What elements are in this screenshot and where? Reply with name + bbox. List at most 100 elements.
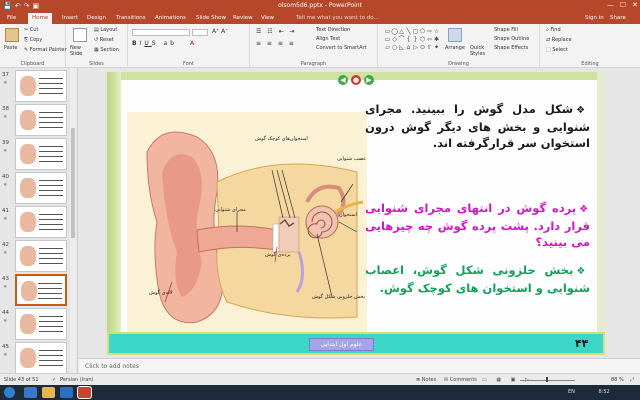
font-size-box[interactable] <box>192 29 208 36</box>
label-ossicles: استخوان‌های کوچک گوش <box>255 136 308 142</box>
ribbon-tabs: File Home Insert Design Transitions Anim… <box>0 12 640 24</box>
thumbnail-image <box>20 76 36 96</box>
editing-group-label: Editing <box>581 61 599 67</box>
clock[interactable]: 8:52 <box>599 389 610 395</box>
shapes-gallery[interactable]: ▭ ◯ △ ╲ ▢ ⬠ ⇨ ☆ ▭ ◇ ⌒{} ⬡ ⇦ ✱ ▱ ○ ◺ ⌂ ▷ ⬭ ⇧ ✦ <box>384 28 442 52</box>
animation-star-icon: ★ <box>3 284 8 290</box>
slide-thumbnail[interactable] <box>15 308 67 340</box>
format-painter-button[interactable]: ✎ Format Painter <box>24 47 67 53</box>
ie-icon[interactable] <box>24 387 37 398</box>
nav-forward-icon[interactable]: ▶ <box>364 75 374 85</box>
thumbnail-number: 42 <box>2 242 9 248</box>
thumbnail-number: 41 <box>2 208 9 214</box>
arrange-icon[interactable] <box>448 28 462 42</box>
slide-thumbnail[interactable] <box>15 70 67 102</box>
slide-paragraph-2[interactable]: ❖پرده گوش در انتهای مجرای شنوایی قرار دا… <box>365 200 590 250</box>
thumbnail-text <box>39 348 63 368</box>
find-button[interactable]: ⌕ Find <box>546 27 561 33</box>
maximize-button[interactable]: ☐ <box>620 1 626 9</box>
tab-transitions[interactable]: Transitions <box>116 15 145 21</box>
font-name-box[interactable] <box>132 29 190 36</box>
replace-button[interactable]: ⇄ Replace <box>546 37 572 43</box>
thumbnail-text <box>39 110 63 130</box>
zoom-level[interactable]: 88 % <box>611 377 624 383</box>
slide-paragraph-3[interactable]: ❖بخش حلزونی شکل گوش، اعصاب شنوایی و استخ… <box>365 262 590 296</box>
tab-animations[interactable]: Animations <box>155 15 186 21</box>
tab-home[interactable]: Home <box>28 13 53 24</box>
tab-review[interactable]: Review <box>233 15 253 21</box>
nav-home-icon[interactable]: ● <box>351 75 361 85</box>
notes-toggle[interactable]: ≣ Notes <box>416 377 436 383</box>
new-slide-icon[interactable] <box>73 28 87 42</box>
tab-design[interactable]: Design <box>87 15 106 21</box>
powerpoint-taskbar-icon[interactable] <box>78 387 91 398</box>
slide-thumbnail[interactable] <box>15 342 67 374</box>
label-canal: مجرای شنوایی <box>215 207 246 213</box>
fit-slide-icon[interactable]: ⤢ <box>630 377 634 383</box>
shape-fill-button[interactable]: Shape Fill <box>494 27 518 33</box>
slide-paragraph-1[interactable]: ❖شکل مدل گوش را ببینید. مجرای شنوایی و ب… <box>365 101 590 151</box>
bullet-icon: ❖ <box>579 204 591 215</box>
ribbon-home: Paste ✂ Cut ⎘ Copy ✎ Format Painter Clip… <box>0 24 640 68</box>
window-title: olsom5d6.pptx - PowerPoint <box>278 2 362 9</box>
thumbnails-scrollbar[interactable] <box>70 68 76 373</box>
shape-outline-button[interactable]: Shape Outline <box>494 36 529 42</box>
system-tray: EN 8:52 <box>568 389 610 395</box>
new-slide-button[interactable]: New Slide <box>70 45 90 57</box>
animation-star-icon: ★ <box>3 216 8 222</box>
slide-thumbnail[interactable] <box>15 274 67 306</box>
notes-pane[interactable]: Click to add notes <box>79 358 640 373</box>
paste-button[interactable]: Paste <box>4 45 18 51</box>
language-indicator[interactable]: Persian (Iran) <box>60 377 93 383</box>
language-tray[interactable]: EN <box>568 389 575 395</box>
word-icon[interactable] <box>60 387 73 398</box>
sign-in-link[interactable]: Sign in <box>585 15 604 21</box>
shape-effects-button[interactable]: Shape Effects <box>494 45 528 51</box>
tab-insert[interactable]: Insert <box>62 15 78 21</box>
minimize-button[interactable]: — <box>607 1 614 9</box>
quick-styles-button[interactable]: Quick Styles <box>470 45 488 57</box>
comments-toggle[interactable]: ✉ Comments <box>444 377 477 383</box>
spellcheck-icon[interactable]: ✓ <box>52 377 56 383</box>
editing-group: ⌕ Find ⇄ Replace ⬚ Select Editing <box>540 24 640 68</box>
slide-thumbnail[interactable] <box>15 206 67 238</box>
explorer-icon[interactable] <box>42 387 55 398</box>
tab-view[interactable]: View <box>261 15 274 21</box>
label-bone: استخوان <box>339 212 357 218</box>
close-button[interactable]: ✕ <box>632 1 638 9</box>
list-buttons[interactable]: ☰ ☷ ⇤ ⇥ <box>256 28 297 35</box>
slide-thumbnail[interactable] <box>15 240 67 272</box>
cut-button[interactable]: ✂ Cut <box>24 27 38 33</box>
slide-thumbnail[interactable] <box>15 172 67 204</box>
slides-group-label: Slides <box>89 61 104 67</box>
convert-smartart-button[interactable]: Convert to SmartArt <box>316 45 367 51</box>
text-direction-button[interactable]: Text Direction <box>316 27 350 33</box>
select-button[interactable]: ⬚ Select <box>546 47 568 53</box>
layout-button[interactable]: ▤ Layout <box>94 27 117 33</box>
tab-file[interactable]: File <box>7 15 16 21</box>
paste-icon[interactable] <box>5 28 19 42</box>
slide-thumbnail[interactable] <box>15 138 67 170</box>
share-button[interactable]: Share <box>610 15 626 21</box>
tab-slide-show[interactable]: Slide Show <box>196 15 226 21</box>
thumbnails-scroll-thumb[interactable] <box>71 128 75 238</box>
current-slide[interactable]: ◀ ● ▶ <box>107 72 605 355</box>
slide-thumbnail[interactable] <box>15 104 67 136</box>
notes-placeholder[interactable]: Click to add notes <box>85 363 139 370</box>
arrange-button[interactable]: Arrange <box>445 45 465 51</box>
reset-button[interactable]: ↺ Reset <box>94 37 114 43</box>
section-button[interactable]: ▦ Section <box>94 47 119 53</box>
align-buttons[interactable]: ≡ ≡ ≡ ≡ <box>256 40 296 47</box>
nav-back-icon[interactable]: ◀ <box>338 75 348 85</box>
paragraph-group-label: Paragraph <box>300 61 327 67</box>
align-text-button[interactable]: Align Text <box>316 36 340 42</box>
font-format-buttons[interactable]: BIUS ab <box>132 40 177 47</box>
grow-font-icon[interactable]: A⁺ A⁻ <box>212 28 228 35</box>
thumbnail-text <box>39 144 63 164</box>
tell-me-box[interactable]: Tell me what you want to do... <box>296 15 379 21</box>
copy-button[interactable]: ⎘ Copy <box>24 37 42 43</box>
start-button[interactable] <box>4 387 15 398</box>
font-color-icon[interactable]: A <box>190 40 194 47</box>
thumbnail-number: 38 <box>2 106 9 112</box>
zoom-slider-thumb[interactable] <box>546 377 548 382</box>
